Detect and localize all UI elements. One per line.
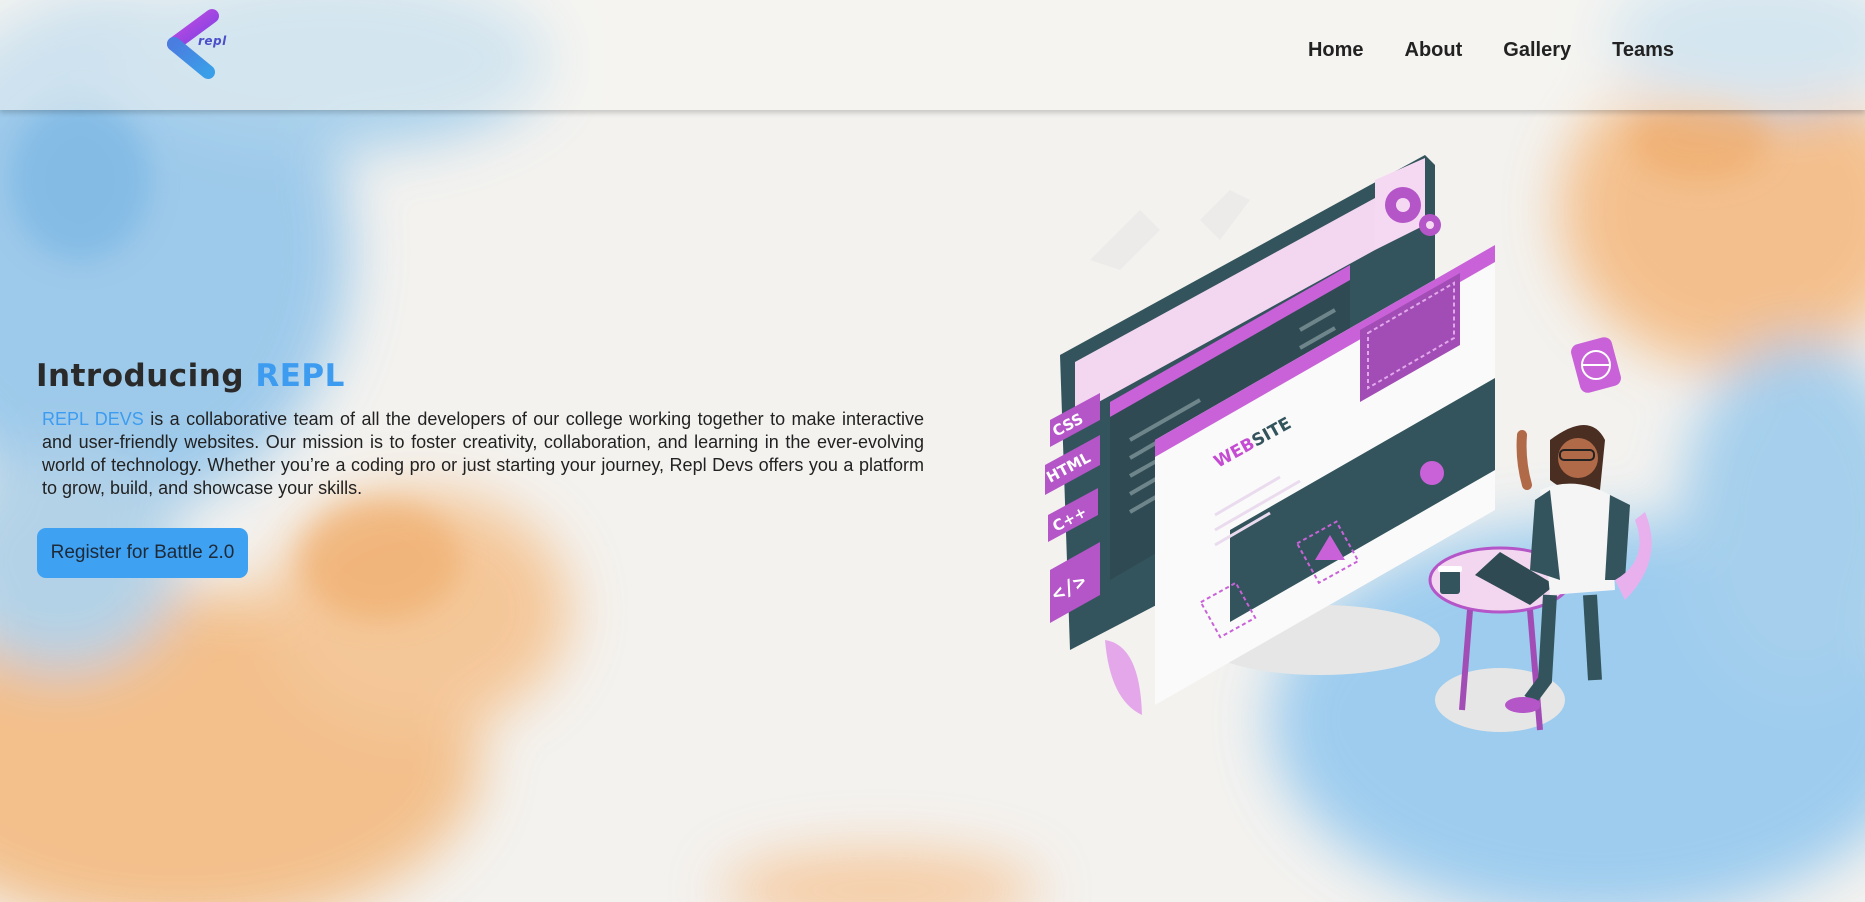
hero-description-text: is a collaborative team of all the devel… — [42, 409, 924, 498]
developer-illustration: WEBSITE CSS HTML C++ </> — [1043, 155, 1652, 732]
logo-text: repl — [198, 34, 227, 48]
hero-section: Introducing REPL REPL DEVS is a collabor… — [36, 358, 926, 500]
hero-description-accent: REPL DEVS — [42, 409, 144, 429]
nav-teams[interactable]: Teams — [1612, 39, 1674, 62]
main-nav: Home About Gallery Teams — [1267, 39, 1674, 62]
hero-title-accent: REPL — [255, 358, 345, 394]
hero-title-prefix: Introducing — [36, 358, 245, 394]
nav-about[interactable]: About — [1405, 39, 1463, 62]
hero-title: Introducing REPL — [36, 358, 926, 394]
register-button[interactable]: Register for Battle 2.0 — [37, 528, 248, 578]
hero-description: REPL DEVS is a collaborative team of all… — [42, 408, 924, 500]
nav-gallery[interactable]: Gallery — [1503, 39, 1571, 62]
nav-home[interactable]: Home — [1308, 39, 1364, 62]
site-header: repl Home About Gallery Teams — [0, 0, 1865, 110]
